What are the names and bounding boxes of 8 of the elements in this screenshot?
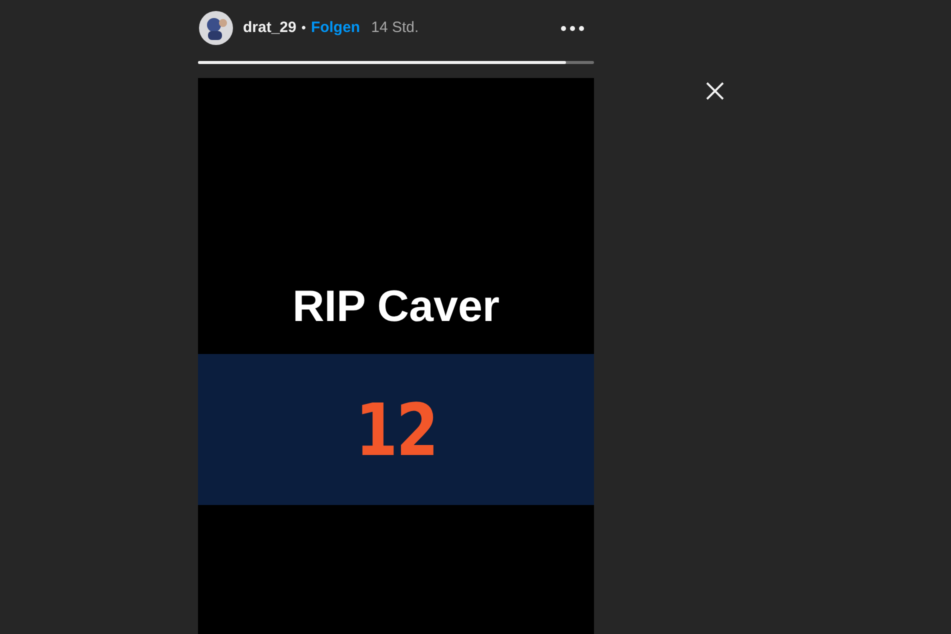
story-title: RIP Caver xyxy=(292,281,500,333)
close-icon[interactable] xyxy=(704,80,726,102)
jersey-number: 12 xyxy=(355,386,437,474)
username[interactable]: drat_29 xyxy=(243,16,296,40)
follow-link[interactable]: Folgen xyxy=(310,16,360,40)
avatar[interactable] xyxy=(199,11,233,45)
separator: • xyxy=(301,19,306,38)
timestamp: 14 Std. xyxy=(371,18,419,38)
